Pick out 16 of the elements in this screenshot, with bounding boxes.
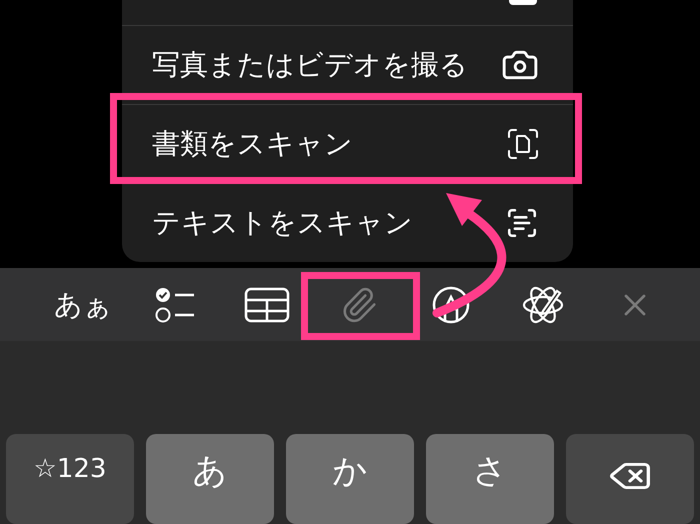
delete-key[interactable] xyxy=(566,434,694,524)
menu-item-label: 写真またはビデオを撮る xyxy=(152,47,468,83)
menu-item[interactable]: テキストをスキャン xyxy=(122,184,573,262)
document-scan-icon xyxy=(507,128,539,160)
kana-key[interactable]: か xyxy=(286,434,414,524)
table-icon xyxy=(244,286,290,323)
text-format-button[interactable]: あぁ xyxy=(37,274,129,335)
menu-item-label: 書類をスキャン xyxy=(152,126,353,162)
numbers-key[interactable]: ☆123 xyxy=(6,434,134,524)
menu-item-label: テキストをスキャン xyxy=(152,205,413,241)
text-scan-icon xyxy=(505,206,539,240)
menu-item[interactable]: 写真またはビデオを撮る xyxy=(122,26,573,105)
kana-key[interactable]: さ xyxy=(426,434,554,524)
photo-icon xyxy=(509,0,537,6)
menu-item[interactable]: 書類をスキャン xyxy=(122,105,573,184)
kana-key[interactable]: あ xyxy=(146,434,274,524)
